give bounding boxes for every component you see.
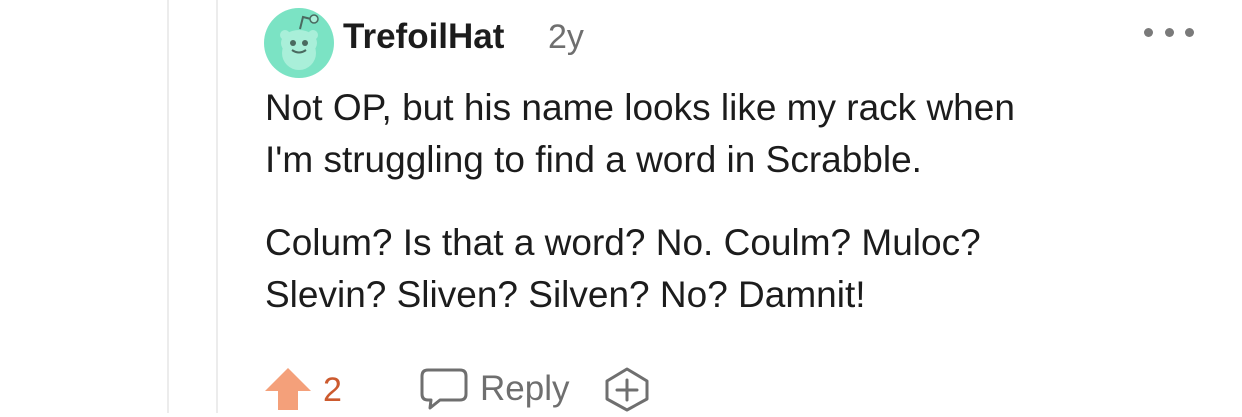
comment-line: Colum? Is that a word? No. Coulm? Muloc? xyxy=(265,222,981,263)
award-plus-icon xyxy=(605,367,649,412)
comment-actions: 2 Reply xyxy=(263,364,683,414)
upvote-arrow-icon xyxy=(265,368,311,410)
reply-button[interactable]: Reply xyxy=(418,364,569,414)
more-options-icon xyxy=(1144,27,1153,37)
more-options-dot xyxy=(1164,27,1174,37)
comment-line: Slevin? Sliven? Silven? No? Damnit! xyxy=(265,274,866,315)
comment-age: 2y xyxy=(548,18,584,56)
reply-label: Reply xyxy=(480,369,570,408)
comment-paragraph: Not OP, but his name looks like my rack … xyxy=(265,82,1195,186)
comment-line: I'm struggling to find a word in Scrabbl… xyxy=(265,139,922,180)
more-options-dot xyxy=(1185,27,1194,37)
comment-line: Not OP, but his name looks like my rack … xyxy=(265,87,1015,128)
upvote-button[interactable] xyxy=(263,366,313,412)
speech-bubble-icon xyxy=(420,368,468,410)
comment-author[interactable]: TrefoilHat xyxy=(343,17,504,57)
thread-line-outer[interactable] xyxy=(167,0,169,413)
avatar[interactable] xyxy=(263,7,335,79)
award-button[interactable] xyxy=(603,366,651,412)
thread-line-inner[interactable] xyxy=(216,0,218,413)
comment-body: Not OP, but his name looks like my rack … xyxy=(265,82,1195,352)
comment-paragraph: Colum? Is that a word? No. Coulm? Muloc?… xyxy=(265,217,1195,321)
reddit-snoo-avatar-icon xyxy=(264,8,334,78)
more-options-button[interactable] xyxy=(1144,14,1194,50)
vote-score: 2 xyxy=(323,371,342,409)
